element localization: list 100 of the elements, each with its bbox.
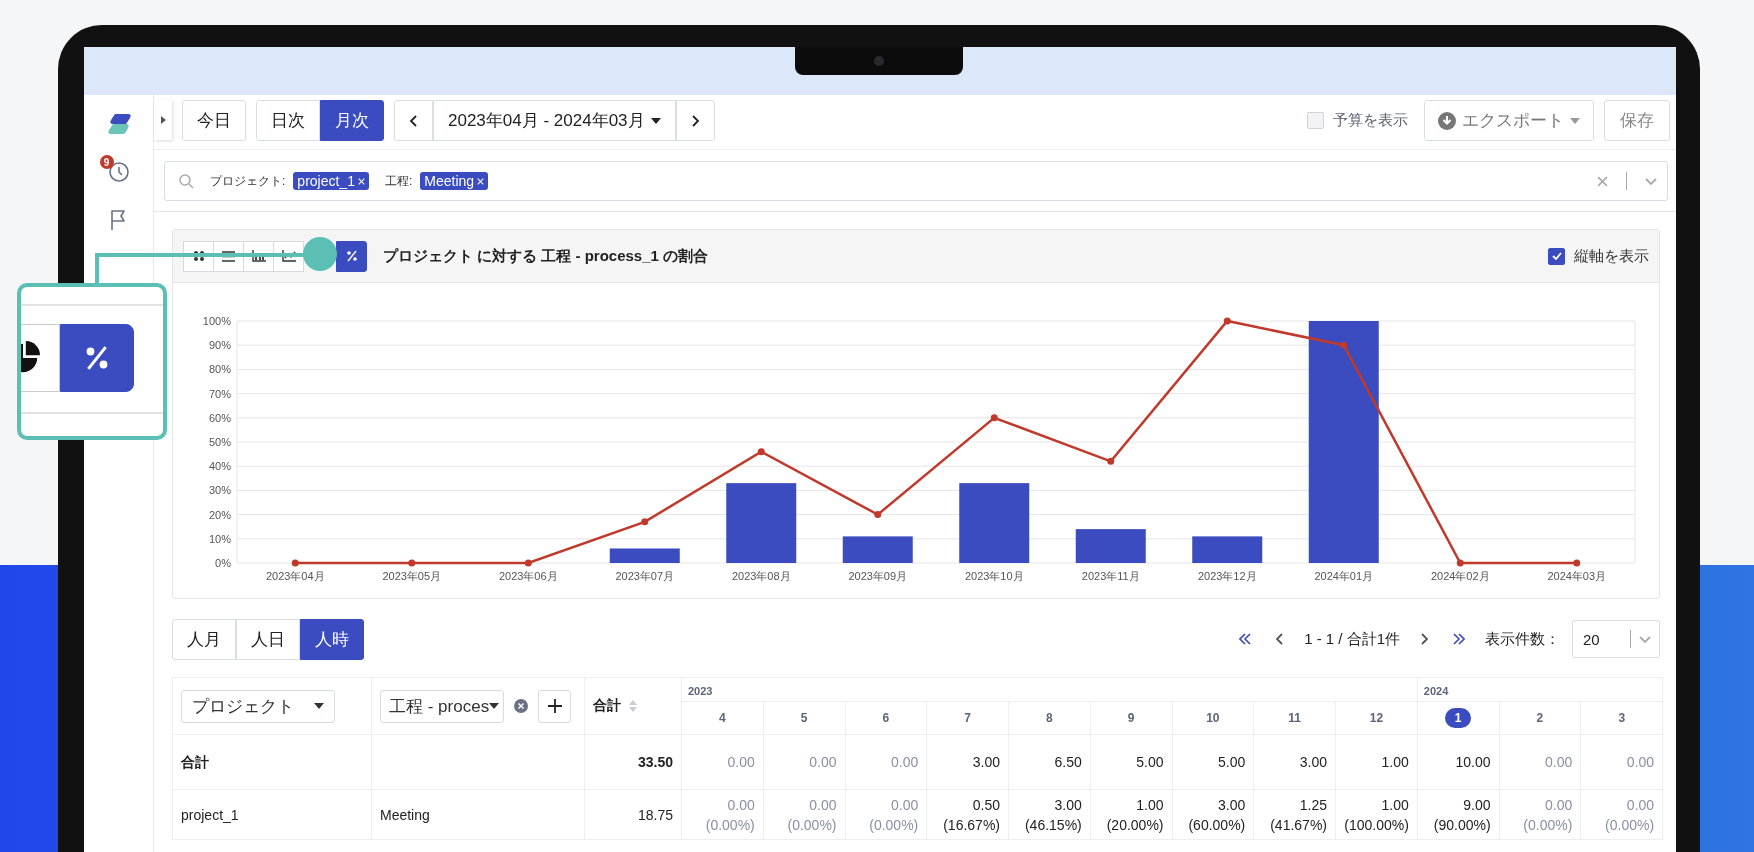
axis-label: 2023年12月 <box>1197 570 1257 582</box>
axis-label: 2024年03月 <box>1547 570 1607 582</box>
table-cell: 0.00 (0.00%) <box>1580 789 1663 840</box>
data-point <box>524 559 532 567</box>
data-point <box>757 448 765 456</box>
filter-tag[interactable]: project_1 <box>293 172 369 190</box>
view-toggle[interactable]: 日次 <box>256 100 320 141</box>
data-point <box>990 414 998 422</box>
axis-label: 2023年06月 <box>498 570 558 582</box>
chart-title: プロジェクト に対する 工程 - process_1 の割合 <box>383 246 709 266</box>
month-header: 7 <box>963 710 972 727</box>
chevron-left-icon <box>1275 633 1285 645</box>
period-dropdown[interactable]: 2023年04月 - 2024年03月 <box>433 100 676 141</box>
double-chevron-left-icon <box>1239 633 1252 645</box>
table-cell: 5.00 <box>1090 734 1172 790</box>
chevron-down-icon <box>1645 176 1657 186</box>
table-cell: project_1 <box>172 789 372 840</box>
caret-icon <box>160 116 166 124</box>
table-cell: 0.00 <box>763 734 845 790</box>
checkbox-label: 縦軸を表示 <box>1574 246 1649 266</box>
caret-icon <box>650 117 661 124</box>
table-cell: Meeting <box>371 789 585 840</box>
data-point <box>1223 317 1231 325</box>
table-cell: 0.00 (0.00%) <box>845 789 927 840</box>
plus-icon <box>547 699 562 713</box>
caret-icon <box>1570 117 1580 124</box>
sidebar-toggle[interactable] <box>154 100 172 140</box>
filter-field[interactable]: プロジェクト: project_1 工程: Meeting <box>164 161 1668 201</box>
chart-type-button[interactable] <box>60 324 134 392</box>
table-cell: 33.50 <box>584 734 682 790</box>
data-point <box>1573 559 1581 567</box>
chevron-left-icon <box>409 114 418 127</box>
table-cell: 3.00 <box>1253 734 1336 790</box>
camera-icon <box>874 56 884 66</box>
chevron-right-icon <box>690 114 700 127</box>
check-icon <box>1551 252 1562 260</box>
percent-icon <box>345 250 358 262</box>
list-icon <box>222 250 235 262</box>
checkbox-label: 予算を表示 <box>1333 111 1408 130</box>
axis-label: 40% <box>208 460 231 473</box>
month-header: 8 <box>1045 710 1054 727</box>
axis-label: 2023年08月 <box>731 570 791 582</box>
group-by-select[interactable]: 工程 - proces <box>380 689 505 723</box>
axis-label: 2023年04月 <box>265 570 325 582</box>
chevron-right-icon <box>1420 633 1429 645</box>
table-cell: 9.00 (90.00%) <box>1417 789 1500 840</box>
save-button[interactable]: 保存 <box>1604 100 1670 141</box>
chart-type-button[interactable] <box>336 240 367 272</box>
double-chevron-right-icon <box>1453 633 1465 645</box>
grid-icon <box>192 250 205 262</box>
checkbox[interactable] <box>1548 247 1565 265</box>
axis-label: 30% <box>208 484 231 497</box>
filter-tag[interactable]: Meeting <box>420 172 489 190</box>
data-point <box>1456 559 1464 567</box>
bar <box>1192 536 1263 563</box>
unit-toggle[interactable]: 人時 <box>300 618 364 660</box>
unit-toggle[interactable]: 人月 <box>172 618 236 660</box>
table-cell: 0.00 (0.00%) <box>763 789 845 840</box>
bar-chart-icon <box>251 250 266 262</box>
month-header: 4 <box>718 710 727 727</box>
line-chart-icon <box>281 250 296 262</box>
clock-icon[interactable] <box>107 161 130 183</box>
axis-label: 100% <box>202 315 231 327</box>
axis-label: 2023年11月 <box>1081 570 1140 582</box>
notification-badge: 9 <box>99 155 114 169</box>
table-cell: 10.00 <box>1417 734 1500 790</box>
year-header: 2024 <box>1417 677 1663 702</box>
unit-toggle[interactable]: 人日 <box>236 618 300 660</box>
table-cell: 0.50 (16.67%) <box>926 789 1009 840</box>
table-cell: 0.00 (0.00%) <box>681 789 764 840</box>
month-header: 12 <box>1368 710 1385 727</box>
table-cell: 6.50 <box>1008 734 1091 790</box>
export-button[interactable]: エクスポート <box>1424 100 1594 141</box>
download-icon <box>1438 111 1456 130</box>
axis-label: 2024年02月 <box>1430 570 1490 582</box>
table-cell: 1.00 <box>1335 734 1418 790</box>
group-by-select[interactable]: プロジェクト <box>181 689 335 723</box>
page-size-select[interactable]: 20 <box>1572 620 1660 658</box>
filter-label: 工程: <box>384 172 413 190</box>
view-toggle[interactable]: 月次 <box>320 100 384 141</box>
table-cell: 3.00 (46.15%) <box>1008 789 1091 840</box>
logo-icon[interactable] <box>105 113 132 135</box>
table-cell: 5.00 <box>1172 734 1254 790</box>
month-header: 1 <box>1445 708 1472 728</box>
filter-label: プロジェクト: <box>210 172 286 190</box>
bar <box>609 548 680 563</box>
table-cell: 合計 <box>172 734 372 790</box>
bar <box>842 536 913 563</box>
year-header: 2023 <box>681 677 1418 702</box>
add-button[interactable] <box>538 689 572 723</box>
clear-icon[interactable] <box>514 699 529 713</box>
month-header: 6 <box>881 710 891 727</box>
table-cell: 0.00 <box>845 734 927 790</box>
axis-label: 2023年09月 <box>848 570 908 582</box>
data-point <box>291 559 299 567</box>
today-button[interactable]: 今日 <box>182 100 246 141</box>
bar <box>1075 529 1146 563</box>
caret-icon <box>314 703 324 709</box>
table-cell: 0.00 (0.00%) <box>1499 789 1581 840</box>
axis-label: 0% <box>215 557 231 569</box>
